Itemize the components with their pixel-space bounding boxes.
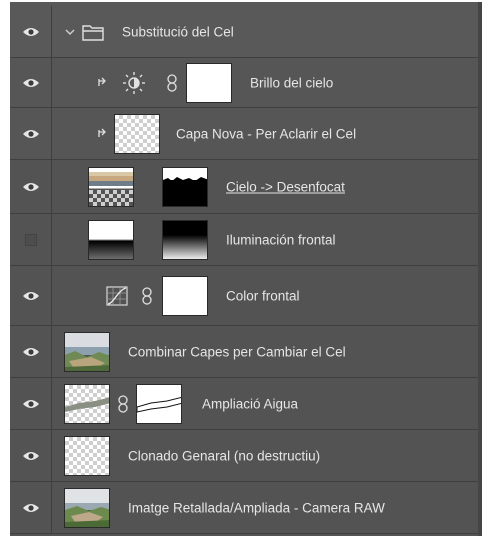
- layer-mask-thumbnail[interactable]: [186, 62, 232, 103]
- gradient-mask: [163, 220, 207, 259]
- brightness-adjustment-icon: [123, 71, 145, 94]
- visibility-toggle[interactable]: [10, 266, 52, 325]
- layer-name[interactable]: Capa Nova - Per Aclarir el Cel: [176, 126, 356, 141]
- layer-row-combinar[interactable]: Combinar Capes per Cambiar el Cel: [10, 326, 478, 378]
- visibility-toggle[interactable]: [10, 58, 52, 107]
- sky-photo-thumbnail: [89, 167, 133, 206]
- mask-shape: [137, 396, 181, 413]
- layer-name[interactable]: Cielo -> Desenfocat: [226, 179, 345, 194]
- visibility-toggle[interactable]: [10, 214, 52, 265]
- visibility-toggle[interactable]: [10, 482, 52, 533]
- layer-thumbnail[interactable]: [64, 487, 110, 528]
- layer-row-imatge[interactable]: Imatge Retallada/Ampliada - Camera RAW: [10, 482, 478, 534]
- link-icon[interactable]: [140, 286, 154, 305]
- clipping-arrow-icon: [98, 77, 106, 86]
- visibility-toggle[interactable]: [10, 326, 52, 377]
- eye-icon: [22, 129, 39, 138]
- layer-thumbnail[interactable]: [64, 331, 110, 372]
- panel-scrollbar-track[interactable]: [478, 2, 482, 536]
- layer-thumbnail[interactable]: [88, 166, 134, 207]
- link-icon[interactable]: [165, 73, 179, 92]
- clipping-arrow-icon: [98, 128, 106, 137]
- layer-row-iluminacion[interactable]: Iluminación frontal: [10, 214, 478, 266]
- landscape-photo-thumbnail: [65, 332, 109, 371]
- layers-panel: Substitució del Cel Brillo del cielo Cap…: [10, 2, 482, 536]
- gradient-thumbnail: [89, 220, 133, 259]
- layer-thumbnail[interactable]: [114, 113, 160, 154]
- landscape-photo-thumbnail: [65, 488, 109, 527]
- layer-thumbnail[interactable]: [64, 383, 110, 424]
- layer-thumbnail[interactable]: [88, 219, 134, 260]
- chevron-down-icon[interactable]: [64, 26, 76, 38]
- layer-mask-thumbnail[interactable]: [162, 219, 208, 260]
- layer-thumbnail[interactable]: [64, 435, 110, 476]
- layer-name[interactable]: Combinar Capes per Cambiar el Cel: [128, 344, 346, 359]
- layer-name[interactable]: Clonado Genaral (no destructiu): [128, 448, 320, 463]
- eye-icon: [22, 78, 39, 87]
- layer-name[interactable]: Color frontal: [226, 288, 300, 303]
- visibility-toggle[interactable]: [10, 108, 52, 159]
- layer-name[interactable]: Ampliació Aigua: [202, 396, 298, 411]
- visibility-toggle[interactable]: [10, 160, 52, 213]
- layer-name[interactable]: Substitució del Cel: [122, 24, 234, 39]
- layer-name[interactable]: Brillo del cielo: [250, 75, 333, 90]
- eye-icon: [22, 399, 39, 408]
- visibility-toggle[interactable]: [10, 378, 52, 429]
- layer-mask-thumbnail[interactable]: [162, 275, 208, 316]
- folder-icon: [82, 24, 104, 41]
- link-icon[interactable]: [116, 394, 130, 413]
- eye-icon: [22, 27, 39, 36]
- eye-icon: [22, 503, 39, 512]
- eye-icon: [22, 182, 39, 191]
- layer-row-clonado[interactable]: Clonado Genaral (no destructiu): [10, 430, 478, 482]
- layer-mask-thumbnail[interactable]: [136, 383, 182, 424]
- curves-adjustment-icon: [106, 285, 128, 306]
- layer-row-capa-nova[interactable]: Capa Nova - Per Aclarir el Cel: [10, 108, 478, 160]
- layer-row-cielo[interactable]: Cielo -> Desenfocat: [10, 160, 478, 214]
- layer-mask-thumbnail[interactable]: [162, 166, 208, 207]
- layer-name[interactable]: Iluminación frontal: [226, 232, 336, 247]
- mask-shape: [163, 167, 207, 206]
- layer-row-ampliacio[interactable]: Ampliació Aigua: [10, 378, 478, 430]
- eye-icon: [22, 291, 39, 300]
- water-strip-thumbnail: [65, 397, 109, 412]
- eye-icon: [22, 451, 39, 460]
- eye-icon: [22, 347, 39, 356]
- layer-row-brightness[interactable]: Brillo del cielo: [10, 58, 478, 108]
- visibility-toggle[interactable]: [10, 430, 52, 481]
- layer-row-group[interactable]: Substitució del Cel: [10, 6, 478, 58]
- visibility-toggle[interactable]: [10, 6, 52, 57]
- layer-row-color-frontal[interactable]: Color frontal: [10, 266, 478, 326]
- layer-name[interactable]: Imatge Retallada/Ampliada - Camera RAW: [128, 500, 385, 515]
- visibility-off-box: [24, 233, 37, 246]
